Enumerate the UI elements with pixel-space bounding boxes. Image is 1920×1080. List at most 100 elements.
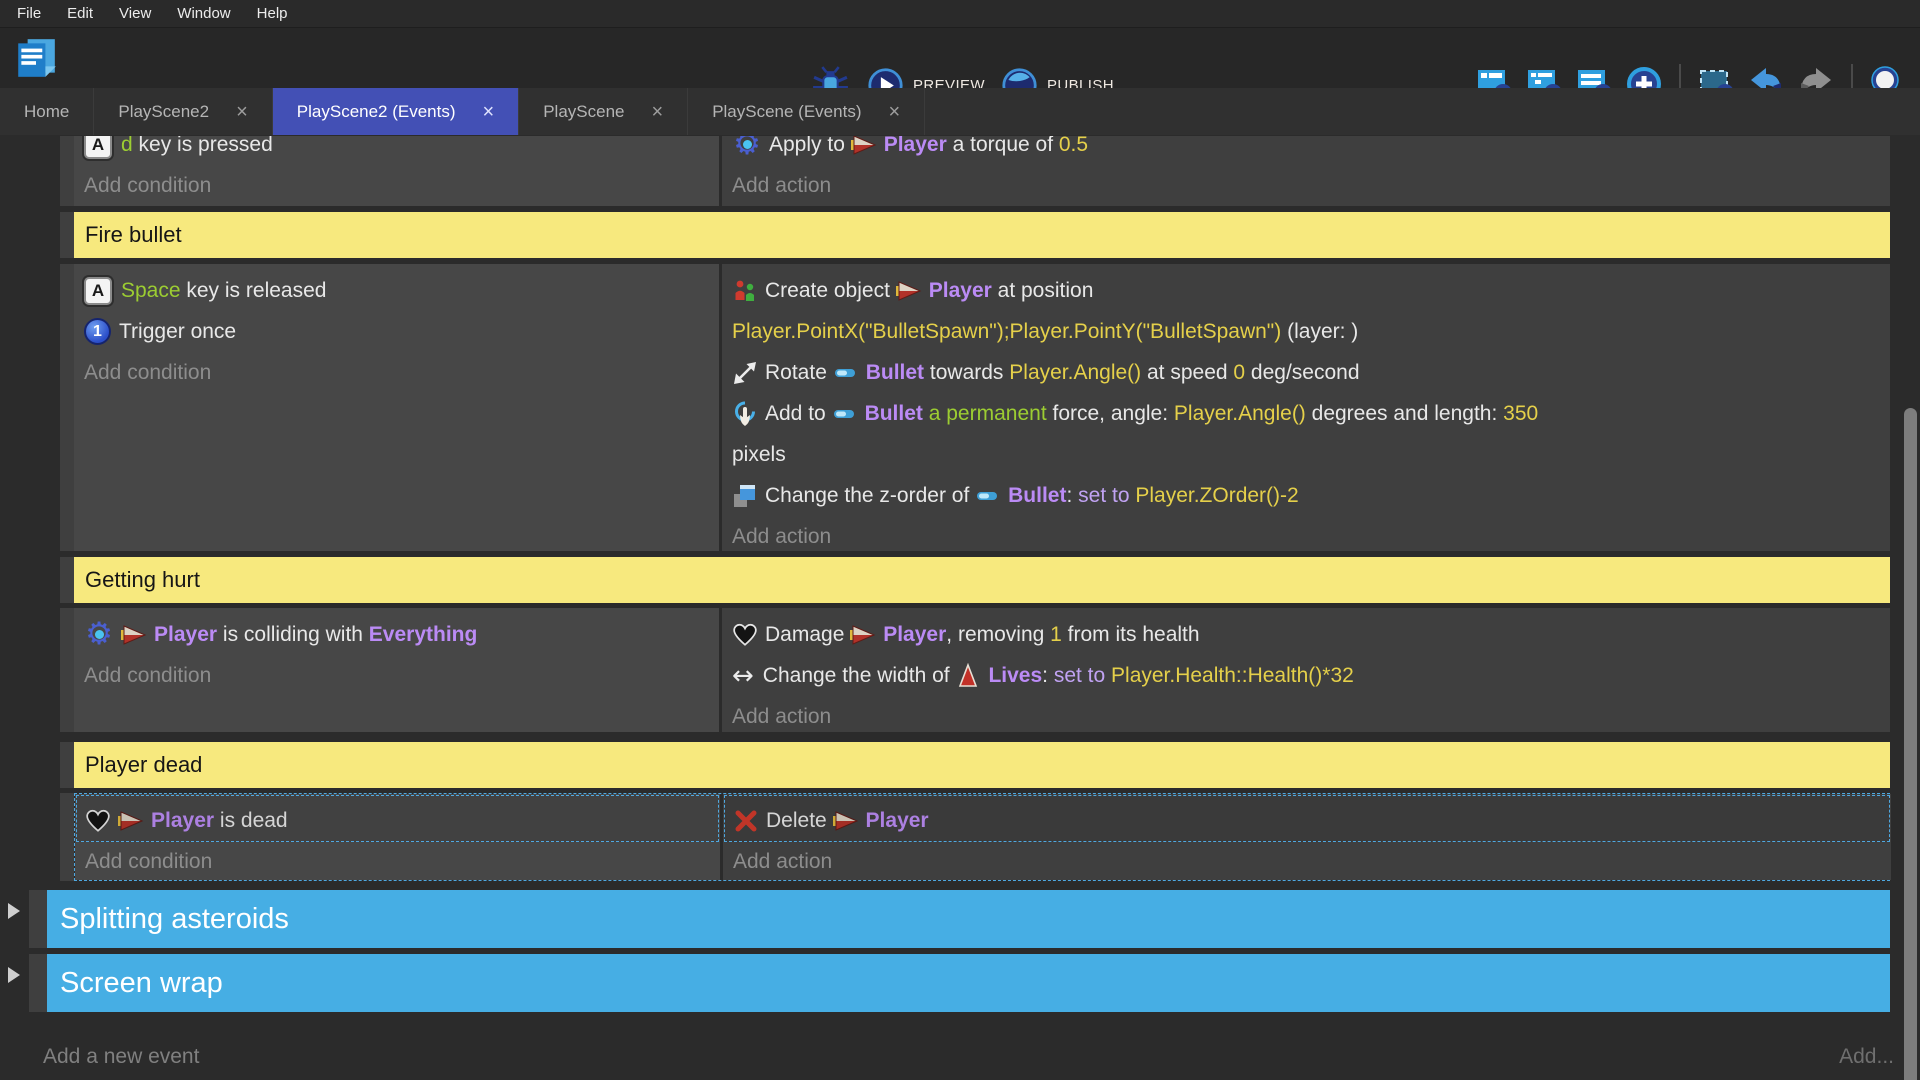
tab-playscene[interactable]: PlayScene × <box>519 88 688 135</box>
group-header-fire-bullet[interactable]: Fire bullet <box>74 212 1890 258</box>
tab-home[interactable]: Home <box>0 88 94 135</box>
player-ship-icon <box>851 136 877 158</box>
condition-item[interactable]: Trigger once <box>74 311 719 352</box>
close-icon[interactable]: × <box>236 102 248 122</box>
player-ship-icon <box>833 808 859 834</box>
close-icon[interactable]: × <box>652 102 664 122</box>
action-item[interactable]: Rotate Bullet towards Player.Angle() at … <box>722 352 1890 393</box>
conditions-cell: Player is colliding with Everything Add … <box>74 608 719 732</box>
width-icon <box>732 662 754 689</box>
add-action-button[interactable]: Add action <box>722 696 1890 732</box>
scrollbar-thumb[interactable] <box>1904 408 1917 1080</box>
key-name: d <box>121 136 133 157</box>
value: 0.5 <box>1059 136 1088 157</box>
action-text: Change the width of <box>763 664 956 688</box>
action-text: pixels <box>732 443 786 467</box>
add-action-button[interactable]: Add action <box>722 165 1890 206</box>
group-title: Getting hurt <box>85 567 200 593</box>
add-condition-button[interactable]: Add condition <box>74 655 719 696</box>
condition-item[interactable]: Player is colliding with Everything <box>74 614 719 655</box>
group-title: Player dead <box>85 752 202 778</box>
event-gutter <box>60 264 74 551</box>
event-row: d key is pressed Add condition Apply to … <box>74 136 1890 206</box>
group-splitting-asteroids[interactable]: Splitting asteroids <box>47 890 1890 948</box>
group-title: Fire bullet <box>85 222 182 248</box>
tab-label: PlayScene <box>543 102 624 122</box>
action-item[interactable]: Change the z-order of Bullet: set to Pla… <box>722 475 1890 516</box>
action-item-continuation[interactable]: pixels <box>722 434 1890 475</box>
add-new-event-button[interactable]: Add a new event <box>43 1036 199 1077</box>
action-item[interactable]: Create object Player at position <box>722 270 1890 311</box>
conditions-cell: Space key is released Trigger once Add c… <box>74 264 719 551</box>
add-condition-button[interactable]: Add condition <box>74 165 719 206</box>
bullet-icon <box>832 401 858 427</box>
condition-text: key is released <box>181 279 327 303</box>
add-condition-button[interactable]: Add condition <box>74 352 719 393</box>
action-text: towards <box>924 361 1009 385</box>
add-action-button[interactable]: Add action <box>722 516 1890 551</box>
action-item[interactable]: Delete Player <box>723 800 1891 841</box>
object-name: Player <box>151 809 214 833</box>
object-name: Player <box>154 623 217 647</box>
menu-view[interactable]: View <box>106 0 164 27</box>
condition-item[interactable]: d key is pressed <box>74 136 719 165</box>
menu-help[interactable]: Help <box>244 0 301 27</box>
lives-icon <box>955 663 981 689</box>
health-heart-icon <box>85 808 111 834</box>
value: 1 <box>1050 623 1062 647</box>
tab-playscene-events[interactable]: PlayScene (Events) × <box>688 88 925 135</box>
collapsed-arrow-icon[interactable] <box>8 903 20 919</box>
close-icon[interactable]: × <box>483 102 495 122</box>
health-heart-icon <box>732 622 758 648</box>
expression: Player.ZOrder()-2 <box>1135 484 1298 508</box>
menu-window[interactable]: Window <box>164 0 243 27</box>
condition-item[interactable]: Space key is released <box>74 270 719 311</box>
physics-engine-icon <box>84 620 114 650</box>
menu-file[interactable]: File <box>4 0 54 27</box>
value: 0 <box>1233 361 1245 385</box>
player-ship-icon <box>850 622 876 648</box>
rotate-icon <box>732 360 758 386</box>
action-item[interactable]: Damage Player, removing 1 from its healt… <box>722 614 1890 655</box>
action-text: at speed <box>1141 361 1233 385</box>
force-icon <box>732 401 758 427</box>
events-sheet: d key is pressed Add condition Apply to … <box>0 135 1920 1080</box>
action-text: Rotate <box>765 361 833 385</box>
group-header-player-dead[interactable]: Player dead <box>74 742 1890 788</box>
tab-playscene2[interactable]: PlayScene2 × <box>94 88 272 135</box>
event-gutter <box>60 742 74 788</box>
condition-text: key is pressed <box>133 136 273 157</box>
project-manager-icon[interactable] <box>13 35 59 81</box>
player-ship-icon <box>121 622 147 648</box>
close-icon[interactable]: × <box>888 102 900 122</box>
action-text: degrees and length: <box>1306 402 1503 426</box>
action-item[interactable]: Apply to Player a torque of 0.5 <box>722 136 1890 165</box>
condition-text: is colliding with <box>217 623 369 647</box>
condition-item[interactable]: Player is dead <box>75 800 720 841</box>
object-name: Player <box>929 279 992 303</box>
action-item[interactable]: Change the width of Lives: set to Player… <box>722 655 1890 696</box>
object-name: Player <box>866 809 929 833</box>
add-condition-button[interactable]: Add condition <box>75 841 720 880</box>
action-item-continuation[interactable]: Player.PointX("BulletSpawn");Player.Poin… <box>722 311 1890 352</box>
toolbar: PREVIEW PUBLISH <box>0 27 1920 88</box>
group-screen-wrap[interactable]: Screen wrap <box>47 954 1890 1012</box>
condition-text: is dead <box>214 809 288 833</box>
add-more-button[interactable]: Add... <box>1839 1036 1894 1077</box>
action-text: from its health <box>1062 623 1200 647</box>
menu-edit[interactable]: Edit <box>54 0 106 27</box>
action-text: Change the z-order of <box>765 484 975 508</box>
tab-label: PlayScene2 (Events) <box>297 102 456 122</box>
object-name: Bullet <box>1008 484 1066 508</box>
group-header-getting-hurt[interactable]: Getting hurt <box>74 557 1890 603</box>
keyboard-key-icon <box>84 277 112 305</box>
action-text: a torque of <box>947 136 1059 157</box>
tab-label: Home <box>24 102 69 122</box>
action-item[interactable]: Add to Bullet a permanent force, angle: … <box>722 393 1890 434</box>
expression: Player.PointX("BulletSpawn");Player.Poin… <box>732 320 1281 344</box>
tab-bar: Home PlayScene2 × PlayScene2 (Events) × … <box>0 88 1920 135</box>
tab-playscene2-events[interactable]: PlayScene2 (Events) × <box>273 88 519 135</box>
add-action-button[interactable]: Add action <box>723 841 1891 880</box>
collapsed-arrow-icon[interactable] <box>8 967 20 983</box>
object-name: Everything <box>369 623 478 647</box>
